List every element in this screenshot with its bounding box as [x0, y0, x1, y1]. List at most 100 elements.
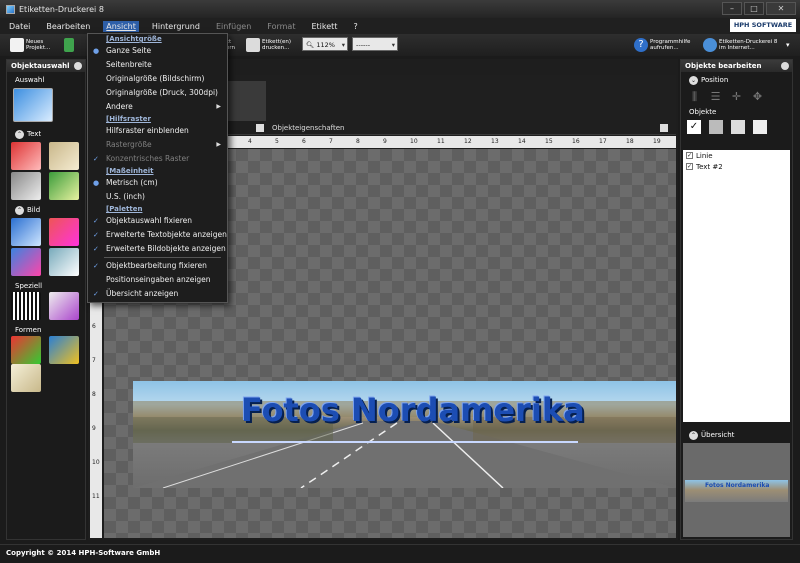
visibility-checkbox[interactable]: ✓	[686, 152, 693, 159]
menu-item-label: Erweiterte Textobjekte anzeigen	[106, 230, 227, 239]
add-icon	[64, 38, 74, 52]
select-all-icon[interactable]: ✓	[687, 120, 701, 134]
menu-item[interactable]: Rastergröße ▶	[88, 138, 227, 152]
ruler-tick-label: 13	[491, 138, 499, 145]
image-icon[interactable]	[11, 218, 41, 246]
visibility-checkbox[interactable]: ✓	[686, 163, 693, 170]
section-label: Übersicht	[701, 431, 735, 439]
menu-item[interactable]: ✓ Erweiterte Textobjekte anzeigen	[88, 228, 227, 242]
menu-item-label: Konzentrisches Raster	[106, 154, 190, 163]
menu-item[interactable]: ✓ Erweiterte Bildobjekte anzeigen	[88, 242, 227, 256]
print-labels-button[interactable]: Etikett(en) drucken...	[246, 36, 291, 54]
menu-item-label: Erweiterte Bildobjekte anzeigen	[106, 244, 226, 253]
menu-item[interactable]: ✓ Objektbearbeitung fixieren	[88, 259, 227, 273]
maximize-button[interactable]: □	[744, 2, 764, 15]
menu-item[interactable]: ● Metrisch (cm)	[88, 176, 227, 190]
menu-item[interactable]: Originalgröße (Druck, 300dpi)	[88, 86, 227, 100]
menu-item[interactable]: ● Ganze Seite	[88, 44, 227, 58]
view-menu-dropdown: [Ansichtgröße ● Ganze Seite Seitenbreite Ori…	[87, 33, 228, 303]
distribute-icon[interactable]: ✛	[729, 90, 744, 104]
section-text[interactable]: ⌃ Text	[7, 128, 41, 140]
menu-format[interactable]: Format	[264, 21, 298, 32]
align-vertical-icon[interactable]: ⫼	[687, 90, 702, 104]
menu-hintergrund[interactable]: Hintergrund	[149, 21, 203, 32]
ruler-tick-label: 17	[599, 138, 607, 145]
road-photo[interactable]: Fotos Nordamerika	[133, 381, 676, 488]
line-style-select[interactable]: ------	[352, 37, 398, 52]
checkmark-icon: ✓	[93, 217, 99, 225]
stamp-text-icon[interactable]	[49, 142, 79, 170]
menu-item[interactable]: Positionseingaben anzeigen	[88, 273, 227, 287]
submenu-arrow-icon: ▶	[216, 103, 221, 110]
pin-icon[interactable]	[781, 62, 789, 70]
edit-text-icon[interactable]	[49, 172, 79, 200]
ruler-tick-label: 15	[545, 138, 553, 145]
menu-item[interactable]: ✓ Übersicht anzeigen	[88, 287, 227, 301]
list-item[interactable]: ✓ Text #2	[683, 161, 790, 172]
toolbar-more-icon[interactable]: ▾	[786, 36, 790, 54]
menu-item-label: U.S. (inch)	[106, 192, 145, 201]
section-label: Speziell	[15, 282, 43, 290]
menu-einfügen[interactable]: Einfügen	[213, 21, 254, 32]
delete-icon[interactable]	[753, 120, 767, 134]
minimize-button[interactable]: –	[722, 2, 742, 15]
menu-etikett[interactable]: Etikett	[308, 21, 340, 32]
section-bild[interactable]: ⌃ Bild	[7, 204, 40, 216]
ruler-tick-label: 11	[92, 493, 100, 500]
add-button[interactable]	[64, 36, 74, 54]
list-item[interactable]: ✓ Linie	[683, 150, 790, 161]
menu-item[interactable]: ✓ Konzentrisches Raster	[88, 152, 227, 166]
checkmark-icon: ✓	[93, 290, 99, 298]
photo-collage-icon[interactable]	[11, 248, 41, 276]
menu-item[interactable]: U.S. (inch)	[88, 190, 227, 204]
menu-item[interactable]: ✓ Objektauswahl fixieren	[88, 214, 227, 228]
selection-tool-icon[interactable]	[13, 88, 53, 122]
section-position[interactable]: ⌄ Position	[681, 74, 792, 86]
copy-icon[interactable]	[731, 120, 745, 134]
menu-item[interactable]: Andere ▶	[88, 100, 227, 114]
text-art-icon[interactable]	[11, 142, 41, 170]
move-icon[interactable]: ✥	[750, 90, 765, 104]
group-icon[interactable]	[709, 120, 723, 134]
menu-ansicht[interactable]: Ansicht	[103, 20, 139, 32]
menu-datei[interactable]: Datei	[6, 21, 33, 32]
photo-frame-icon[interactable]	[49, 248, 79, 276]
ruler-tick-label: 7	[329, 138, 333, 145]
zoom-select[interactable]: 🔍︎ 112%	[302, 37, 348, 52]
menu-bearbeiten[interactable]: Bearbeiten	[43, 21, 93, 32]
align-horizontal-icon[interactable]: ☰	[708, 90, 723, 104]
panel-title: Objektauswahl	[11, 62, 70, 70]
web-button[interactable]: Etiketten-Druckerei 8 im Internet...	[703, 36, 777, 54]
new-project-label: Neues Projekt...	[26, 39, 51, 51]
photo-title[interactable]: Fotos Nordamerika	[241, 391, 585, 429]
serial-data-icon[interactable]	[49, 292, 79, 320]
menu-item[interactable]: Seitenbreite	[88, 58, 227, 72]
overview-preview[interactable]: Fotos Nordamerika	[683, 443, 790, 537]
menu-item-label: Andere	[106, 102, 133, 111]
menu-item[interactable]: Hilfsraster einblenden	[88, 124, 227, 138]
circular-text-icon[interactable]	[11, 172, 41, 200]
status-bar: Copyright © 2014 HPH-Software GmbH	[0, 544, 800, 563]
expand-icon[interactable]	[660, 124, 668, 132]
section-overview[interactable]: ⌃ Übersicht	[681, 429, 734, 441]
section-formen: Formen	[7, 324, 41, 336]
menu-item[interactable]: Originalgröße (Bildschirm)	[88, 72, 227, 86]
clipart-icon[interactable]	[49, 218, 79, 246]
submenu-arrow-icon: ▶	[216, 141, 221, 148]
pin-icon[interactable]	[74, 62, 82, 70]
menu-[interactable]: ?	[350, 21, 360, 32]
object-label: Linie	[696, 151, 713, 160]
print-labels-label: Etikett(en) drucken...	[262, 39, 292, 51]
collapse-icon: ⌄	[689, 75, 698, 85]
menu-item-label: Positionseingaben anzeigen	[106, 275, 211, 284]
title-underline[interactable]	[232, 441, 578, 443]
expand-icon[interactable]	[256, 124, 264, 132]
close-button[interactable]: ✕	[766, 2, 796, 15]
new-project-button[interactable]: Neues Projekt...	[10, 36, 50, 54]
shapes-icon[interactable]	[11, 336, 41, 364]
window-title: Etiketten-Druckerei 8	[19, 4, 104, 14]
help-button[interactable]: ? Programmhilfe aufrufen...	[634, 36, 690, 54]
arrow-shape-icon[interactable]	[49, 336, 79, 364]
frame-shape-icon[interactable]	[11, 364, 41, 392]
barcode-icon[interactable]	[11, 292, 41, 320]
